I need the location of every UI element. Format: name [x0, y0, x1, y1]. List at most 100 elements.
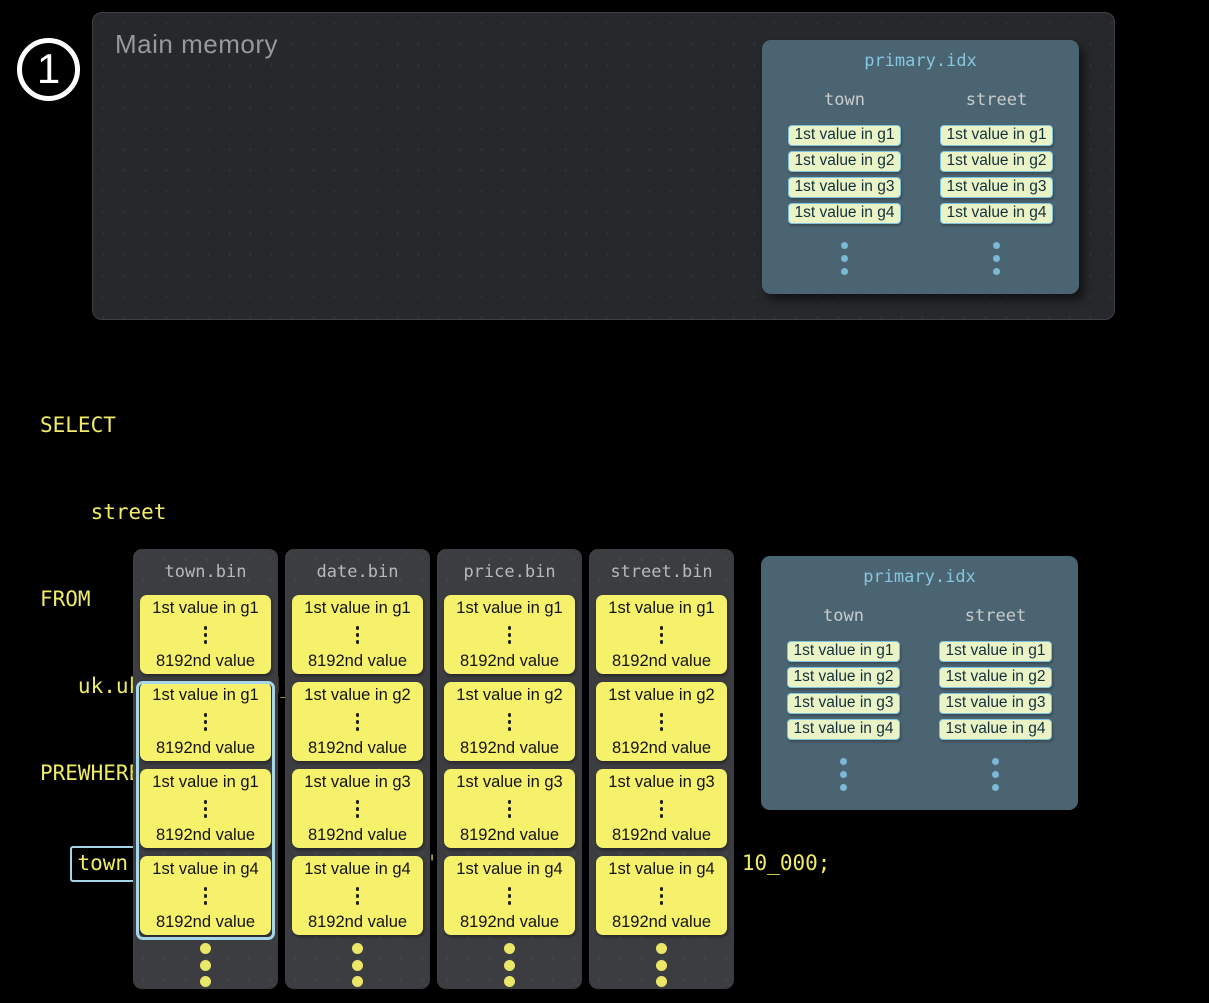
granule-last-value: 8192nd value: [156, 652, 255, 671]
granule-last-value: 8192nd value: [156, 913, 255, 932]
granule-last-value: 8192nd value: [612, 652, 711, 671]
diagram-canvas: 1 Main memory primary.idx town 1st value…: [0, 0, 1209, 1003]
bin-file-date: date.bin 1st value in g1 8192nd value 1s…: [285, 549, 430, 989]
main-memory-title: Main memory: [115, 29, 278, 60]
primary-idx-columns: town 1st value in g1 1st value in g2 1st…: [761, 587, 1078, 791]
granule-first-value: 1st value in g1: [608, 599, 714, 618]
granule-block: 1st value in g4 8192nd value: [292, 856, 423, 935]
granule-list: 1st value in g1 8192nd value 1st value i…: [437, 595, 582, 935]
main-memory-panel: Main memory primary.idx town 1st value i…: [92, 12, 1115, 320]
ellipsis-dots-icon: [437, 943, 582, 987]
granule-last-value: 8192nd value: [156, 739, 255, 758]
granule-first-value: 1st value in g3: [608, 773, 714, 792]
idx-column-header: street: [966, 90, 1027, 110]
granule-first-value: 1st value in g2: [304, 686, 410, 705]
idx-entry: 1st value in g4: [939, 719, 1052, 740]
vertical-dots-icon: [356, 800, 360, 818]
granule-block: 1st value in g1 8192nd value: [140, 595, 271, 674]
bin-file-name: street.bin: [589, 562, 734, 582]
granule-first-value: 1st value in g4: [456, 860, 562, 879]
idx-entry: 1st value in g3: [939, 693, 1052, 714]
step-1-badge: 1: [17, 38, 80, 101]
vertical-dots-icon: [660, 626, 664, 644]
granule-last-value: 8192nd value: [460, 826, 559, 845]
granule-block: 1st value in g1 8192nd value: [140, 682, 271, 761]
primary-idx-title: primary.idx: [761, 567, 1078, 587]
granule-first-value: 1st value in g1: [456, 599, 562, 618]
bin-file-street: street.bin 1st value in g1 8192nd value …: [589, 549, 734, 989]
vertical-dots-icon: [356, 713, 360, 731]
step-number: 1: [37, 48, 60, 90]
idx-entry: 1st value in g4: [787, 719, 900, 740]
idx-column-header: town: [823, 606, 864, 626]
bin-file-name: price.bin: [437, 562, 582, 582]
idx-column-header: street: [965, 606, 1026, 626]
idx-entry: 1st value in g1: [788, 125, 901, 146]
primary-idx-panel-memory: primary.idx town 1st value in g1 1st val…: [762, 40, 1079, 294]
granule-block: 1st value in g2 8192nd value: [444, 682, 575, 761]
granule-last-value: 8192nd value: [460, 739, 559, 758]
idx-entry: 1st value in g3: [788, 177, 901, 198]
bin-file-name: date.bin: [285, 562, 430, 582]
granule-block: 1st value in g4 8192nd value: [444, 856, 575, 935]
granule-block: 1st value in g3 8192nd value: [292, 769, 423, 848]
granule-last-value: 8192nd value: [308, 652, 407, 671]
granule-last-value: 8192nd value: [156, 826, 255, 845]
granule-last-value: 8192nd value: [612, 913, 711, 932]
idx-entry: 1st value in g3: [940, 177, 1053, 198]
ellipsis-dots-icon: [840, 758, 847, 791]
granule-block: 1st value in g3 8192nd value: [596, 769, 727, 848]
vertical-dots-icon: [204, 626, 208, 644]
granule-block: 1st value in g2 8192nd value: [292, 682, 423, 761]
idx-column-town: town 1st value in g1 1st value in g2 1st…: [787, 587, 900, 791]
granule-last-value: 8192nd value: [460, 652, 559, 671]
idx-entry: 1st value in g1: [939, 641, 1052, 662]
granule-first-value: 1st value in g4: [608, 860, 714, 879]
idx-entry: 1st value in g3: [787, 693, 900, 714]
primary-idx-panel-disk: primary.idx town 1st value in g1 1st val…: [761, 556, 1078, 810]
vertical-dots-icon: [508, 800, 512, 818]
bin-file-price: price.bin 1st value in g1 8192nd value 1…: [437, 549, 582, 989]
granule-block: 1st value in g3 8192nd value: [444, 769, 575, 848]
vertical-dots-icon: [660, 713, 664, 731]
granule-list: 1st value in g1 8192nd value 1st value i…: [133, 595, 278, 935]
vertical-dots-icon: [660, 800, 664, 818]
ellipsis-dots-icon: [841, 242, 848, 275]
granule-last-value: 8192nd value: [460, 913, 559, 932]
granule-block: 1st value in g4 8192nd value: [596, 856, 727, 935]
vertical-dots-icon: [204, 800, 208, 818]
idx-entry: 1st value in g4: [940, 203, 1053, 224]
granule-list: 1st value in g1 8192nd value 1st value i…: [285, 595, 430, 935]
vertical-dots-icon: [356, 887, 360, 905]
idx-column-street: street 1st value in g1 1st value in g2 1…: [940, 71, 1053, 275]
vertical-dots-icon: [508, 626, 512, 644]
idx-entry: 1st value in g4: [788, 203, 901, 224]
idx-entry: 1st value in g2: [787, 667, 900, 688]
granule-first-value: 1st value in g2: [608, 686, 714, 705]
granule-first-value: 1st value in g3: [456, 773, 562, 792]
granule-first-value: 1st value in g1: [304, 599, 410, 618]
granule-first-value: 1st value in g1: [152, 686, 258, 705]
vertical-dots-icon: [204, 713, 208, 731]
granule-list: 1st value in g1 8192nd value 1st value i…: [589, 595, 734, 935]
granule-block: 1st value in g1 8192nd value: [292, 595, 423, 674]
idx-entry: 1st value in g2: [788, 151, 901, 172]
granule-block: 1st value in g1 8192nd value: [444, 595, 575, 674]
ellipsis-dots-icon: [133, 943, 278, 987]
idx-entry: 1st value in g1: [940, 125, 1053, 146]
granule-first-value: 1st value in g1: [152, 599, 258, 618]
primary-idx-title: primary.idx: [762, 51, 1079, 71]
granule-last-value: 8192nd value: [612, 826, 711, 845]
vertical-dots-icon: [508, 887, 512, 905]
vertical-dots-icon: [356, 626, 360, 644]
granule-first-value: 1st value in g1: [152, 773, 258, 792]
vertical-dots-icon: [508, 713, 512, 731]
idx-column-header: town: [824, 90, 865, 110]
granule-first-value: 1st value in g4: [304, 860, 410, 879]
idx-column-street: street 1st value in g1 1st value in g2 1…: [939, 587, 1052, 791]
granule-block: 1st value in g2 8192nd value: [596, 682, 727, 761]
granule-first-value: 1st value in g2: [456, 686, 562, 705]
granule-first-value: 1st value in g4: [152, 860, 258, 879]
idx-entry: 1st value in g2: [939, 667, 1052, 688]
granule-block: 1st value in g1 8192nd value: [596, 595, 727, 674]
